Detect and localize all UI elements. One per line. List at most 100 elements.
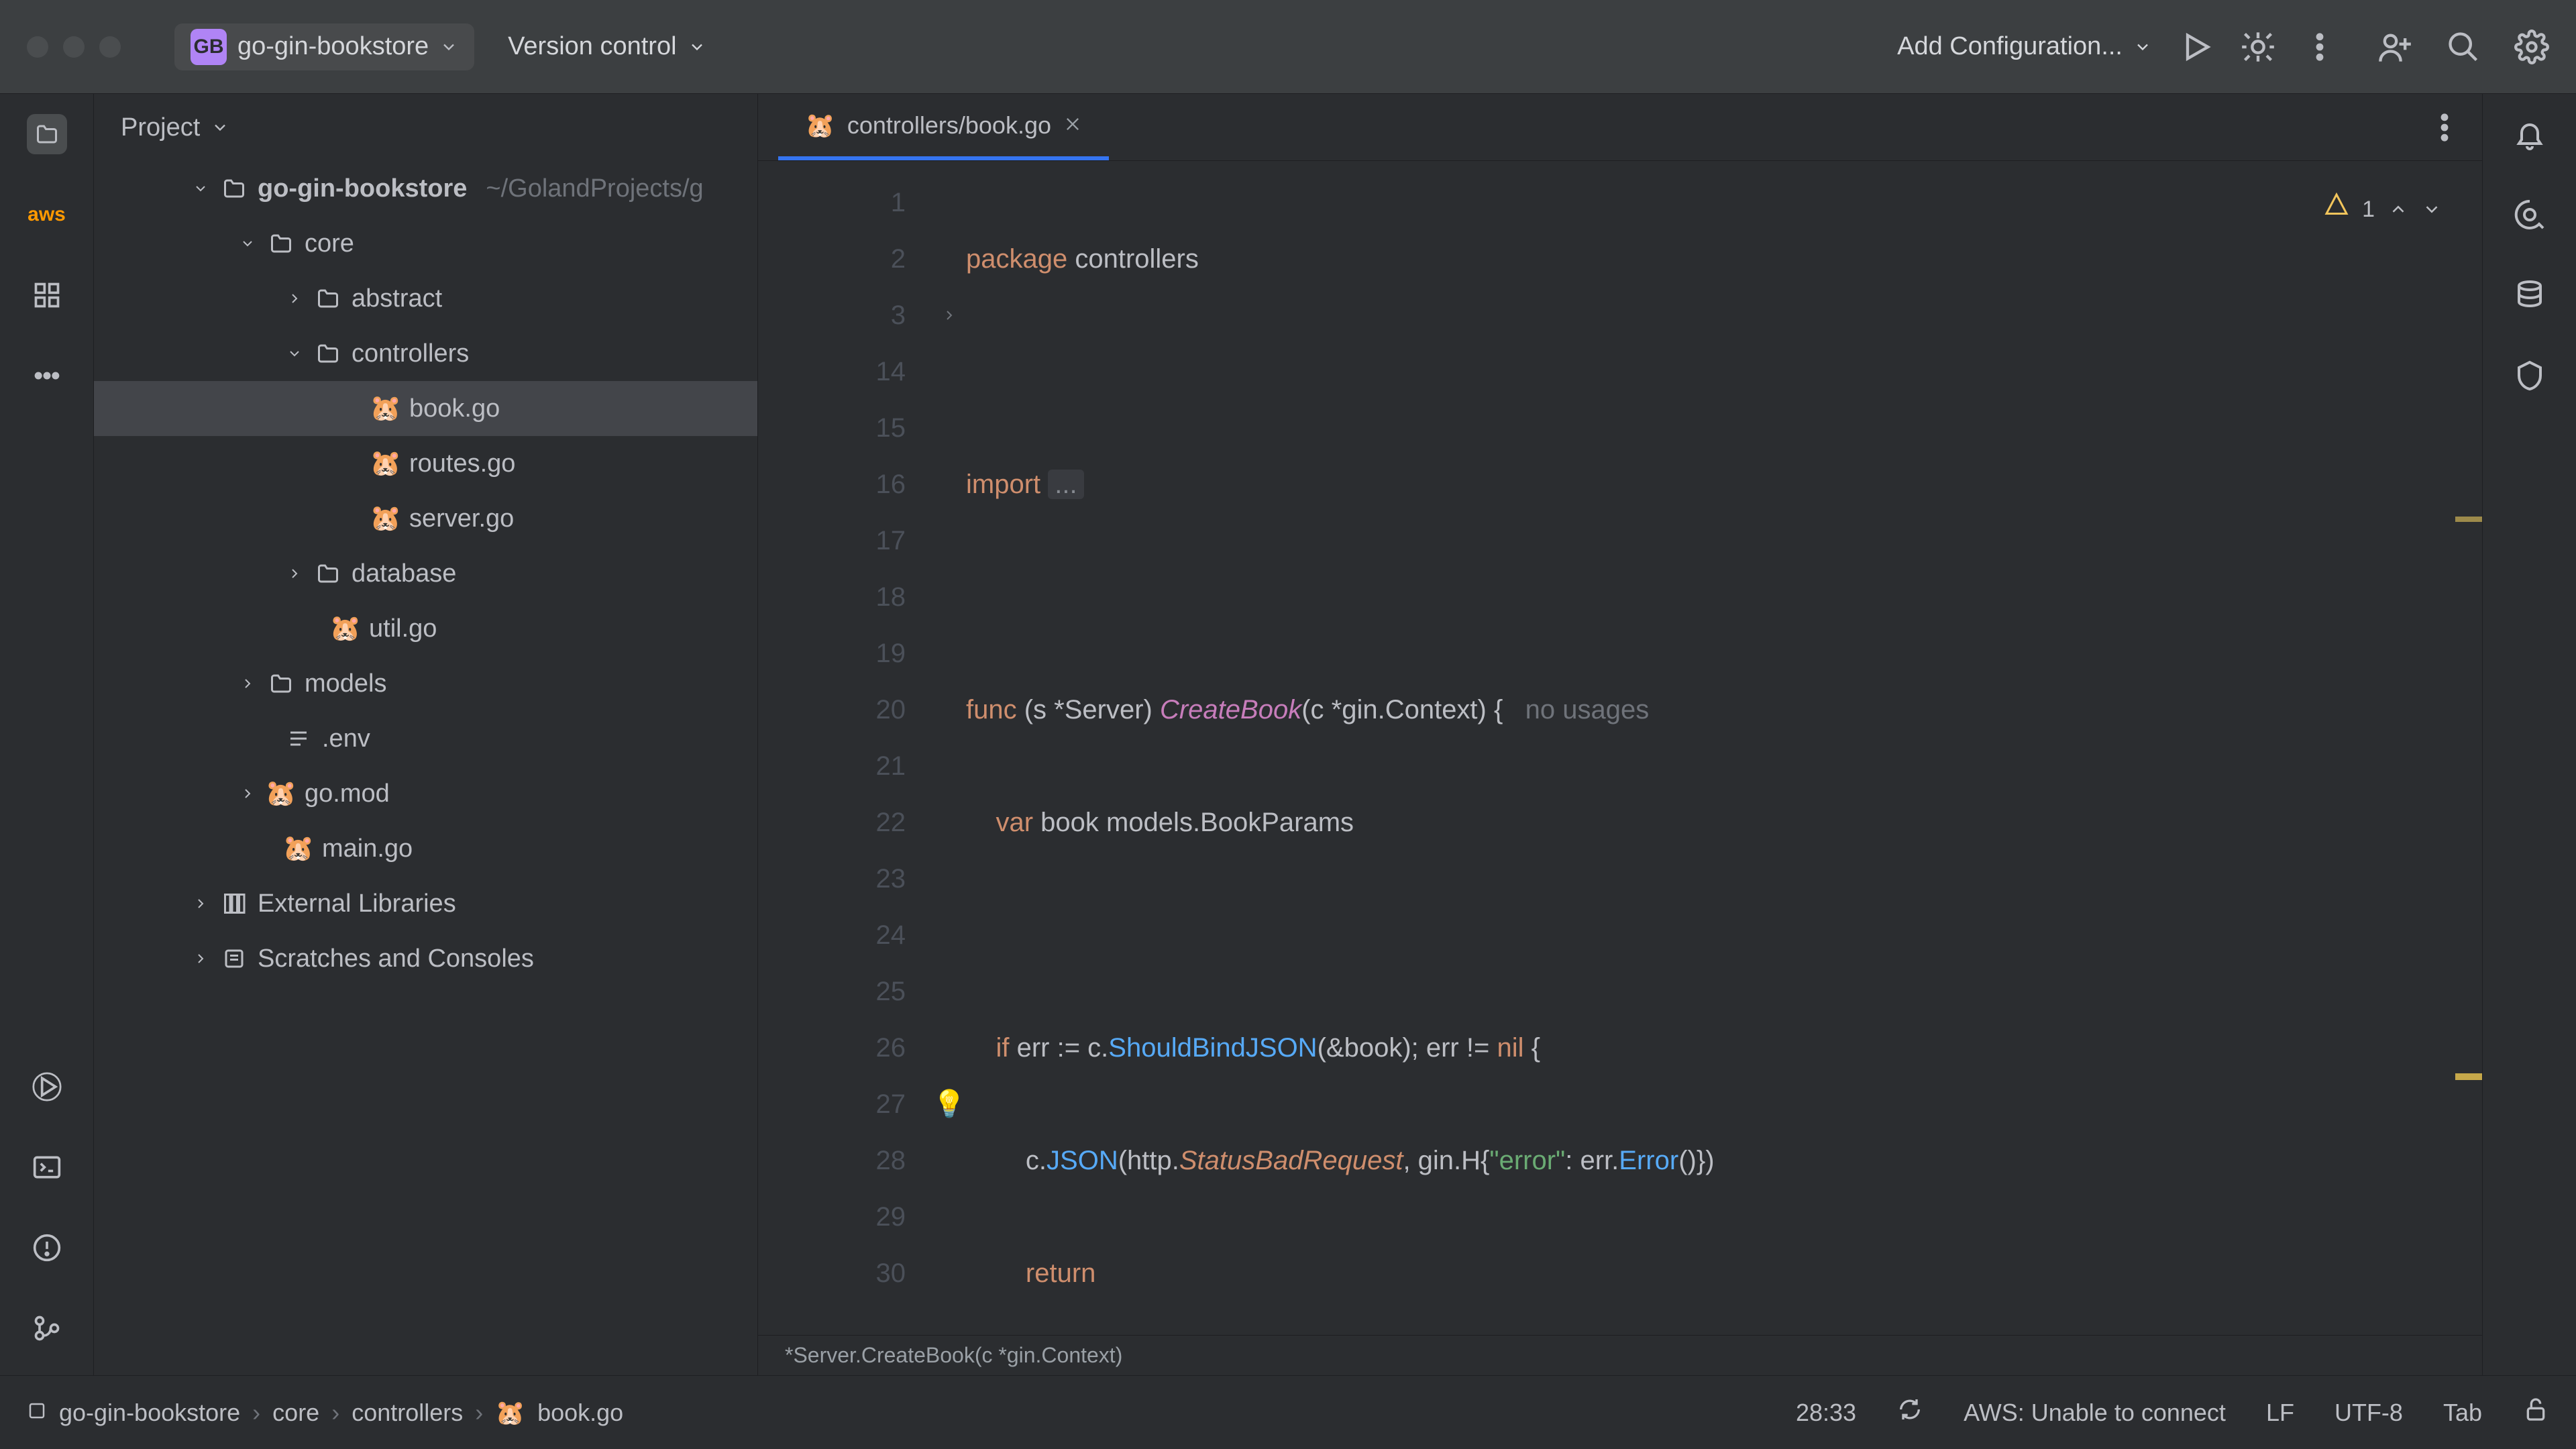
tree-folder-controllers[interactable]: controllers: [94, 326, 757, 381]
go-mod-icon: 🐹: [267, 780, 295, 808]
tree-folder-core[interactable]: core: [94, 216, 757, 271]
tree-external-libraries[interactable]: External Libraries: [94, 876, 757, 931]
database-tool-button[interactable]: [2510, 275, 2550, 315]
tree-folder-database[interactable]: database: [94, 546, 757, 601]
tab-more-button[interactable]: [2427, 110, 2462, 145]
chevron-down-icon[interactable]: [284, 343, 305, 364]
search-everywhere-button[interactable]: [2446, 30, 2481, 64]
crumb[interactable]: controllers: [352, 1399, 463, 1427]
line-number[interactable]: 28: [758, 1132, 906, 1189]
chevron-right-icon[interactable]: [284, 564, 305, 584]
structure-tool-button[interactable]: [27, 275, 67, 315]
run-button[interactable]: [2179, 30, 2214, 64]
right-toolbar: [2482, 94, 2576, 1375]
problems-tool-button[interactable]: [27, 1228, 67, 1268]
chevron-right-icon[interactable]: [284, 288, 305, 309]
caret-position[interactable]: 28:33: [1796, 1399, 1856, 1427]
inspections-widget[interactable]: 1: [2324, 181, 2442, 237]
line-number[interactable]: 18: [758, 569, 906, 625]
line-number[interactable]: 16: [758, 456, 906, 513]
aws-status[interactable]: AWS: Unable to connect: [1964, 1399, 2226, 1427]
line-number[interactable]: 1: [758, 174, 906, 231]
tree-file-gomod[interactable]: 🐹 go.mod: [94, 766, 757, 821]
tree-file-env[interactable]: .env: [94, 711, 757, 766]
zoom-window-icon[interactable]: [99, 36, 121, 58]
chevron-right-icon[interactable]: [237, 784, 258, 804]
ai-assistant-tool-button[interactable]: [2510, 195, 2550, 235]
run-configuration-selector[interactable]: Add Configuration...: [1897, 32, 2152, 61]
chevron-right-icon[interactable]: [237, 674, 258, 694]
line-number[interactable]: 25: [758, 963, 906, 1020]
tree-file-main[interactable]: 🐹 main.go: [94, 821, 757, 876]
line-number[interactable]: 23: [758, 851, 906, 907]
project-tool-button[interactable]: [27, 114, 67, 154]
module-icon: [27, 1399, 47, 1427]
navigation-breadcrumbs[interactable]: go-gin-bookstore› core› controllers› 🐹 b…: [27, 1399, 623, 1427]
line-number[interactable]: 26: [758, 1020, 906, 1076]
more-actions-button[interactable]: [2302, 30, 2337, 64]
crumb[interactable]: go-gin-bookstore: [59, 1399, 240, 1427]
tree-scratches[interactable]: Scratches and Consoles: [94, 931, 757, 986]
chevron-down-icon[interactable]: [191, 178, 211, 199]
notifications-tool-button[interactable]: [2510, 114, 2550, 154]
progress-icon[interactable]: [1896, 1396, 1923, 1429]
line-number[interactable]: 3: [758, 287, 906, 343]
line-number[interactable]: 30: [758, 1245, 906, 1301]
line-number[interactable]: 2: [758, 231, 906, 287]
fold-toggle[interactable]: [932, 287, 966, 343]
code-content[interactable]: package controllers import ... func (s *…: [966, 161, 2482, 1335]
chevron-right-icon[interactable]: [191, 949, 211, 969]
tree-file-util[interactable]: 🐹 util.go: [94, 601, 757, 656]
intention-bulb-icon[interactable]: 💡: [932, 1076, 966, 1132]
close-window-icon[interactable]: [27, 36, 48, 58]
project-tree[interactable]: go-gin-bookstore ~/GolandProjects/g core…: [94, 161, 757, 1375]
line-number[interactable]: 21: [758, 738, 906, 794]
line-number[interactable]: 15: [758, 400, 906, 456]
tree-folder-abstract[interactable]: abstract: [94, 271, 757, 326]
prev-highlight-icon[interactable]: [2388, 199, 2408, 219]
code-with-me-button[interactable]: [2377, 30, 2412, 64]
scrollbar-marker-change[interactable]: [2455, 1073, 2482, 1080]
scrollbar-marker-warn[interactable]: [2455, 517, 2482, 522]
debug-button[interactable]: [2241, 30, 2275, 64]
line-number-gutter[interactable]: 1 2 3 14 15 16 17 18 19 20 21 22 23 24 2…: [758, 161, 932, 1335]
line-number[interactable]: 29: [758, 1189, 906, 1245]
line-separator[interactable]: LF: [2266, 1399, 2294, 1427]
editor-tab-book[interactable]: 🐹 controllers/book.go: [778, 94, 1109, 160]
line-number[interactable]: 17: [758, 513, 906, 569]
line-number[interactable]: 14: [758, 343, 906, 400]
line-number[interactable]: 20: [758, 682, 906, 738]
line-number[interactable]: 27: [758, 1076, 906, 1132]
crumb[interactable]: core: [272, 1399, 319, 1427]
tree-folder-models[interactable]: models: [94, 656, 757, 711]
code-editor[interactable]: 1 1 2 3 14 15 16 17 18 19 20 21: [758, 161, 2482, 1335]
line-number[interactable]: 19: [758, 625, 906, 682]
more-tools-button[interactable]: [27, 356, 67, 396]
aws-tool-button[interactable]: aws: [27, 195, 67, 235]
project-selector[interactable]: GB go-gin-bookstore: [174, 23, 474, 70]
tree-project-root[interactable]: go-gin-bookstore ~/GolandProjects/g: [94, 161, 757, 216]
file-encoding[interactable]: UTF-8: [2334, 1399, 2403, 1427]
crumb[interactable]: book.go: [537, 1399, 623, 1427]
readonly-toggle[interactable]: [2522, 1396, 2549, 1429]
tree-file-server[interactable]: 🐹 server.go: [94, 491, 757, 546]
minimize-window-icon[interactable]: [63, 36, 85, 58]
chevron-down-icon[interactable]: [237, 233, 258, 254]
line-number[interactable]: 22: [758, 794, 906, 851]
tree-file-routes[interactable]: 🐹 routes.go: [94, 436, 757, 491]
terminal-tool-button[interactable]: [27, 1147, 67, 1187]
indent-settings[interactable]: Tab: [2443, 1399, 2482, 1427]
settings-button[interactable]: [2514, 30, 2549, 64]
project-view-header[interactable]: Project: [94, 94, 757, 161]
next-highlight-icon[interactable]: [2422, 199, 2442, 219]
line-number[interactable]: 24: [758, 907, 906, 963]
shield-tool-button[interactable]: [2510, 356, 2550, 396]
close-tab-button[interactable]: [1063, 111, 1082, 140]
editor-breadcrumbs[interactable]: *Server.CreateBook(c *gin.Context): [758, 1335, 2482, 1375]
vcs-tool-button[interactable]: [27, 1308, 67, 1348]
go-file-icon: 🐹: [372, 504, 400, 533]
chevron-right-icon[interactable]: [191, 894, 211, 914]
run-tool-button[interactable]: [27, 1067, 67, 1107]
vcs-menu[interactable]: Version control: [508, 32, 706, 61]
tree-file-book[interactable]: 🐹 book.go: [94, 381, 757, 436]
